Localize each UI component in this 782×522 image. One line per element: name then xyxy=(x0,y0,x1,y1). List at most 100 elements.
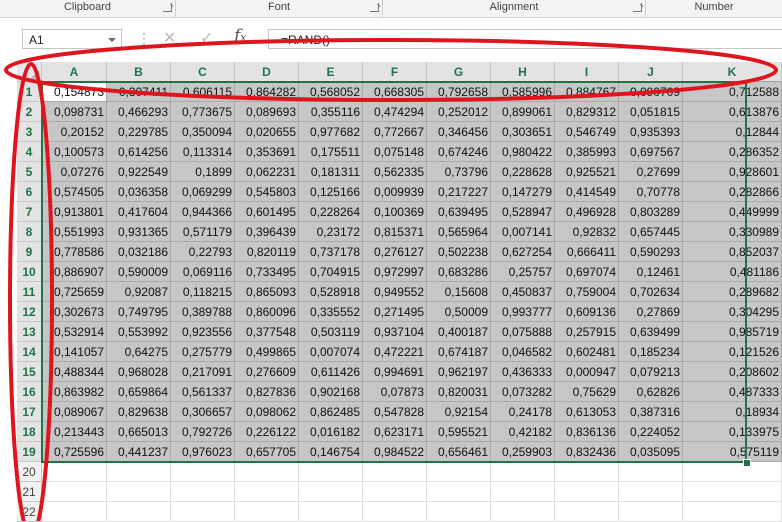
row-header-8[interactable]: 8 xyxy=(17,222,42,242)
cell-d17[interactable]: 0,098062 xyxy=(235,402,299,422)
cell-h17[interactable]: 0,24178 xyxy=(491,402,555,422)
cell-k7[interactable]: 0,449999 xyxy=(683,202,782,222)
row-header-7[interactable]: 7 xyxy=(17,202,42,222)
cell-c18[interactable]: 0,792726 xyxy=(171,422,235,442)
cell-d3[interactable]: 0,020655 xyxy=(235,122,299,142)
cell-a2[interactable]: 0,098731 xyxy=(42,102,107,122)
cell-f1[interactable]: 0,668305 xyxy=(363,82,427,102)
cell-j22[interactable] xyxy=(619,502,683,522)
cell-e5[interactable]: 0,181311 xyxy=(299,162,363,182)
cell-f10[interactable]: 0,972997 xyxy=(363,262,427,282)
cell-j19[interactable]: 0,035095 xyxy=(619,442,683,462)
cancel-icon[interactable]: ✕ xyxy=(163,28,176,48)
cell-i21[interactable] xyxy=(555,482,619,502)
cell-k11[interactable]: 0,289682 xyxy=(683,282,782,302)
cell-a13[interactable]: 0,532914 xyxy=(42,322,107,342)
row-header-4[interactable]: 4 xyxy=(17,142,42,162)
cell-c16[interactable]: 0,561337 xyxy=(171,382,235,402)
column-header-a[interactable]: A xyxy=(42,62,107,82)
cell-k1[interactable]: 0,712588 xyxy=(683,82,782,102)
cell-b9[interactable]: 0,032186 xyxy=(107,242,171,262)
cell-j13[interactable]: 0,639499 xyxy=(619,322,683,342)
cell-i15[interactable]: 0,000947 xyxy=(555,362,619,382)
cell-h3[interactable]: 0,303651 xyxy=(491,122,555,142)
row-header-19[interactable]: 19 xyxy=(17,442,42,462)
cell-g8[interactable]: 0,565964 xyxy=(427,222,491,242)
cell-k4[interactable]: 0,286352 xyxy=(683,142,782,162)
cell-f9[interactable]: 0,276127 xyxy=(363,242,427,262)
column-header-h[interactable]: H xyxy=(491,62,555,82)
cell-j9[interactable]: 0,590293 xyxy=(619,242,683,262)
cell-f11[interactable]: 0,949552 xyxy=(363,282,427,302)
cell-h21[interactable] xyxy=(491,482,555,502)
cell-f4[interactable]: 0,075148 xyxy=(363,142,427,162)
row-header-6[interactable]: 6 xyxy=(17,182,42,202)
cell-k21[interactable] xyxy=(683,482,782,502)
row-header-14[interactable]: 14 xyxy=(17,342,42,362)
cell-c7[interactable]: 0,944366 xyxy=(171,202,235,222)
column-header-e[interactable]: E xyxy=(299,62,363,82)
cell-k15[interactable]: 0,208602 xyxy=(683,362,782,382)
cell-j6[interactable]: 0,70778 xyxy=(619,182,683,202)
cell-g7[interactable]: 0,639495 xyxy=(427,202,491,222)
cell-g20[interactable] xyxy=(427,462,491,482)
cell-b21[interactable] xyxy=(107,482,171,502)
cell-f21[interactable] xyxy=(363,482,427,502)
cell-g4[interactable]: 0,674246 xyxy=(427,142,491,162)
formula-input[interactable]: =RAND() xyxy=(268,29,782,49)
cell-i5[interactable]: 0,925521 xyxy=(555,162,619,182)
cell-g6[interactable]: 0,217227 xyxy=(427,182,491,202)
cell-i4[interactable]: 0,385993 xyxy=(555,142,619,162)
cell-h16[interactable]: 0,073282 xyxy=(491,382,555,402)
cell-i3[interactable]: 0,546749 xyxy=(555,122,619,142)
column-header-k[interactable]: K xyxy=(683,62,782,82)
cell-e17[interactable]: 0,862485 xyxy=(299,402,363,422)
cell-e12[interactable]: 0,335552 xyxy=(299,302,363,322)
cell-j1[interactable]: 0,090709 xyxy=(619,82,683,102)
cell-c2[interactable]: 0,773675 xyxy=(171,102,235,122)
cell-k12[interactable]: 0,304295 xyxy=(683,302,782,322)
row-header-11[interactable]: 11 xyxy=(17,282,42,302)
cell-d20[interactable] xyxy=(235,462,299,482)
row-header-1[interactable]: 1 xyxy=(17,82,42,102)
cell-d5[interactable]: 0,062231 xyxy=(235,162,299,182)
cell-k8[interactable]: 0,330989 xyxy=(683,222,782,242)
name-box[interactable]: A1 xyxy=(22,29,122,49)
row-header-17[interactable]: 17 xyxy=(17,402,42,422)
cell-b16[interactable]: 0,659864 xyxy=(107,382,171,402)
cell-f16[interactable]: 0,07873 xyxy=(363,382,427,402)
cell-b10[interactable]: 0,590009 xyxy=(107,262,171,282)
cell-f5[interactable]: 0,562335 xyxy=(363,162,427,182)
row-header-18[interactable]: 18 xyxy=(17,422,42,442)
cell-h22[interactable] xyxy=(491,502,555,522)
cell-h4[interactable]: 0,980422 xyxy=(491,142,555,162)
cell-k14[interactable]: 0,121526 xyxy=(683,342,782,362)
cell-f18[interactable]: 0,623171 xyxy=(363,422,427,442)
cell-a7[interactable]: 0,913801 xyxy=(42,202,107,222)
cell-j11[interactable]: 0,702634 xyxy=(619,282,683,302)
cell-a3[interactable]: 0,20152 xyxy=(42,122,107,142)
cell-d14[interactable]: 0,499865 xyxy=(235,342,299,362)
cell-i17[interactable]: 0,613053 xyxy=(555,402,619,422)
cell-e21[interactable] xyxy=(299,482,363,502)
cell-e16[interactable]: 0,902168 xyxy=(299,382,363,402)
cell-a18[interactable]: 0,213443 xyxy=(42,422,107,442)
cell-b17[interactable]: 0,829638 xyxy=(107,402,171,422)
cell-h20[interactable] xyxy=(491,462,555,482)
cell-e14[interactable]: 0,007074 xyxy=(299,342,363,362)
cell-a1[interactable]: 0,154873 xyxy=(42,82,107,102)
cell-b22[interactable] xyxy=(107,502,171,522)
cell-c6[interactable]: 0,069299 xyxy=(171,182,235,202)
row-header-2[interactable]: 2 xyxy=(17,102,42,122)
cell-h13[interactable]: 0,075888 xyxy=(491,322,555,342)
cell-e3[interactable]: 0,977682 xyxy=(299,122,363,142)
cell-f6[interactable]: 0,009939 xyxy=(363,182,427,202)
cell-g10[interactable]: 0,683286 xyxy=(427,262,491,282)
cell-b5[interactable]: 0,922549 xyxy=(107,162,171,182)
cell-i19[interactable]: 0,832436 xyxy=(555,442,619,462)
cell-e6[interactable]: 0,125166 xyxy=(299,182,363,202)
column-header-c[interactable]: C xyxy=(171,62,235,82)
cell-f22[interactable] xyxy=(363,502,427,522)
cell-h6[interactable]: 0,147279 xyxy=(491,182,555,202)
cell-f15[interactable]: 0,994691 xyxy=(363,362,427,382)
